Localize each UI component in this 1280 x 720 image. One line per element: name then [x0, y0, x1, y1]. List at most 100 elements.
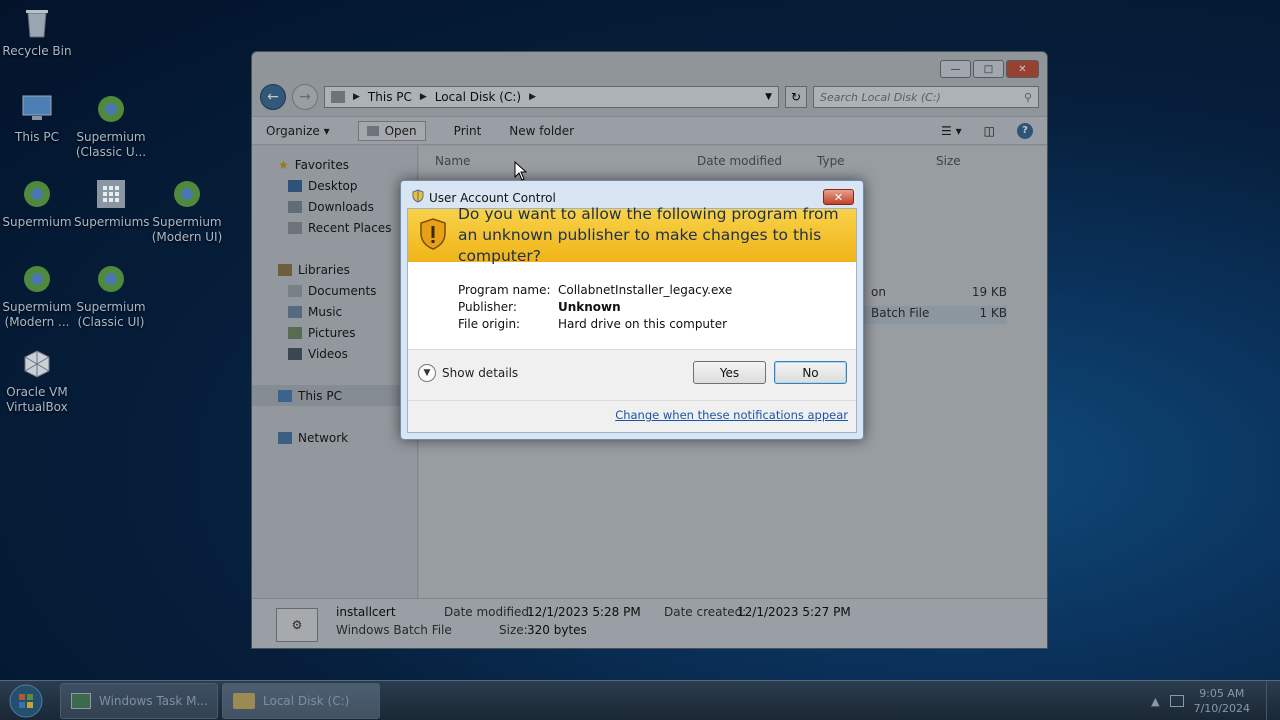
taskbar-button-explorer[interactable]: Local Disk (C:) [222, 683, 380, 719]
chevron-down-icon[interactable]: ▼ [765, 92, 772, 102]
desktop-icon [288, 179, 302, 192]
desktop-icon-label: Supermiums [74, 215, 150, 229]
publisher-label: Publisher: [458, 300, 517, 314]
refresh-icon: ↻ [790, 90, 802, 104]
no-button[interactable]: No [774, 361, 847, 384]
view-options-icon[interactable]: ☰ ▾ [941, 124, 962, 138]
nav-network[interactable]: Network [252, 427, 417, 448]
tray-expand-icon[interactable]: ▲ [1151, 695, 1159, 708]
file-origin-label: File origin: [458, 317, 521, 331]
nav-libraries[interactable]: Libraries [252, 259, 417, 280]
nav-favorites[interactable]: ★ Favorites [252, 154, 417, 175]
nav-pictures[interactable]: Pictures [252, 322, 417, 343]
uac-banner: Do you want to allow the following progr… [408, 205, 856, 265]
nav-downloads[interactable]: Downloads [252, 196, 417, 217]
network-icon [278, 431, 292, 444]
publisher-row: Publisher: Unknown [458, 300, 621, 314]
desktop-icon-label: Supermium (Modern UI) [151, 215, 223, 244]
start-button[interactable] [6, 683, 46, 719]
gear-icon: ⚙ [276, 608, 318, 642]
taskbar: Windows Task M... Local Disk (C:) ▲ 9:05… [0, 680, 1280, 720]
window-controls: — □ ✕ [940, 60, 1039, 78]
help-icon[interactable]: ? [1017, 122, 1033, 139]
print-button[interactable]: Print [454, 124, 482, 138]
preview-pane-icon[interactable]: ◫ [984, 124, 995, 138]
row-size: 19 KB [971, 285, 1007, 299]
desktop-icon-label: Oracle VM VirtualBox [6, 385, 68, 414]
grid-icon [94, 177, 128, 211]
breadcrumb-separator-icon: ▶ [419, 92, 427, 102]
desktop-icon-virtualbox[interactable]: Oracle VM VirtualBox [0, 347, 74, 415]
program-name-value: CollabnetInstaller_legacy.exe [558, 283, 733, 297]
documents-icon [288, 284, 302, 297]
column-header-type[interactable]: Type [817, 154, 845, 168]
minimize-button[interactable]: — [940, 60, 971, 78]
nav-documents[interactable]: Documents [252, 280, 417, 301]
breadcrumb-local-disk[interactable]: Local Disk (C:) [435, 90, 521, 104]
system-tray: ▲ 9:05 AM 7/10/2024 [1151, 681, 1280, 720]
search-input[interactable]: Search Local Disk (C:) ⚲ [813, 86, 1039, 108]
nav-music[interactable]: Music [252, 301, 417, 322]
uac-question: Do you want to allow the following progr… [458, 205, 839, 265]
maximize-button[interactable]: □ [973, 60, 1004, 78]
yes-button[interactable]: Yes [693, 361, 766, 384]
pictures-icon [288, 326, 302, 339]
refresh-button[interactable]: ↻ [785, 86, 807, 108]
nav-this-pc[interactable]: This PC [252, 385, 417, 406]
desktop-icon-supermium-modern[interactable]: Supermium (Modern UI) [150, 177, 224, 245]
arrow-left-icon: ← [267, 89, 279, 105]
address-bar[interactable]: ▶ This PC ▶ Local Disk (C:) ▶ ▼ [324, 86, 779, 108]
downloads-icon [288, 200, 302, 213]
desktop-icon-supermium[interactable]: Supermium [0, 177, 74, 230]
notification-settings-link[interactable]: Change when these notifications appear [615, 408, 848, 422]
desktop-icon-supermiums[interactable]: Supermiums [74, 177, 150, 230]
desktop-icon-supermium-modern-2[interactable]: Supermium (Modern ... [0, 262, 74, 330]
organize-menu[interactable]: Organize ▾ [266, 124, 330, 138]
column-header-size[interactable]: Size [936, 154, 961, 168]
star-icon: ★ [278, 157, 289, 172]
desktop-icon-supermium-classic-2[interactable]: Supermium (Classic UI) [74, 262, 148, 330]
desktop-icon-this-pc[interactable]: This PC [0, 92, 74, 145]
supermium-icon [20, 177, 54, 211]
close-button[interactable]: ✕ [823, 189, 854, 205]
details-size: 320 bytes [527, 623, 587, 637]
close-button[interactable]: ✕ [1006, 60, 1039, 78]
desktop-icon-label: Supermium (Classic U... [75, 130, 147, 159]
column-header-date[interactable]: Date modified [697, 154, 782, 168]
action-center-icon[interactable] [1169, 695, 1184, 707]
program-name-label: Program name: [458, 283, 551, 297]
nav-recent-places[interactable]: Recent Places [252, 217, 417, 238]
uac-actions: ▼ Show details Yes No Change when these … [408, 349, 856, 432]
computer-icon [20, 92, 54, 126]
virtualbox-icon [20, 347, 54, 381]
address-row: ← → ▶ This PC ▶ Local Disk (C:) ▶ ▼ ↻ Se… [260, 84, 1039, 110]
back-button[interactable]: ← [260, 84, 286, 110]
details-pane: ⚙ installcert Windows Batch File Date mo… [252, 598, 1047, 648]
uac-body: Do you want to allow the following progr… [407, 205, 857, 433]
details-file-name: installcert [336, 605, 396, 619]
taskbar-button-label: Local Disk (C:) [263, 694, 350, 708]
breadcrumb-this-pc[interactable]: This PC [368, 90, 412, 104]
file-origin-row: File origin: Hard drive on this computer [458, 317, 727, 331]
new-folder-button[interactable]: New folder [509, 124, 574, 138]
nav-videos[interactable]: Videos [252, 343, 417, 364]
column-header-name[interactable]: Name [435, 154, 470, 168]
desktop-icon-supermium-classic[interactable]: Supermium (Classic U... [74, 92, 148, 160]
open-button[interactable]: Open [357, 120, 426, 141]
divider [408, 400, 856, 401]
taskbar-button-task-manager[interactable]: Windows Task M... [60, 683, 218, 719]
forward-button[interactable]: → [292, 84, 318, 110]
show-details-toggle[interactable]: ▼ Show details [418, 364, 518, 382]
clock[interactable]: 9:05 AM 7/10/2024 [1194, 686, 1250, 716]
details-date-created-label: Date created: [664, 605, 747, 619]
command-bar: Organize ▾ Open Print New folder ☰ ▾ ◫ ? [252, 116, 1047, 145]
nav-desktop[interactable]: Desktop [252, 175, 417, 196]
file-origin-value: Hard drive on this computer [558, 317, 728, 331]
supermium-icon [20, 262, 54, 296]
show-desktop-button[interactable] [1266, 681, 1280, 720]
task-manager-icon [71, 693, 91, 709]
close-icon: ✕ [833, 190, 844, 204]
desktop-icon-recycle-bin[interactable]: Recycle Bin [0, 6, 74, 59]
supermium-icon [94, 262, 128, 296]
recycle-bin-icon [20, 6, 54, 40]
